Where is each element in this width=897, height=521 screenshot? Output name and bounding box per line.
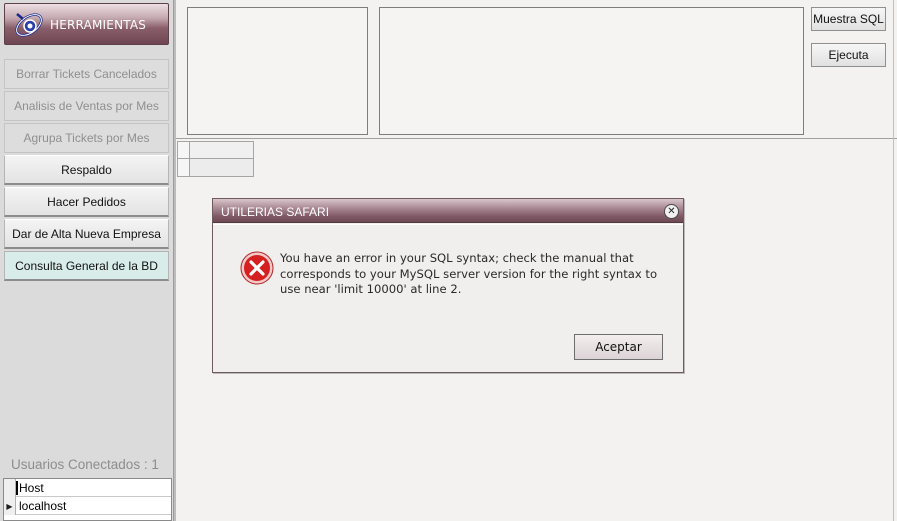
make-orders-button[interactable]: Hacer Pedidos (4, 187, 169, 217)
dialog-title: UTILERIAS SAFARI (221, 205, 330, 219)
menu-item-label: Respaldo (61, 162, 112, 177)
window-edge (893, 0, 894, 521)
show-sql-button[interactable]: Muestra SQL (811, 7, 886, 31)
menu-item-label: Hacer Pedidos (47, 194, 126, 209)
error-icon (240, 251, 274, 285)
execute-button[interactable]: Ejecuta (811, 43, 886, 67)
sql-editor[interactable] (379, 7, 804, 135)
tables-list-box[interactable] (187, 7, 368, 135)
current-row-arrow-icon: ▶ (4, 497, 16, 515)
button-label: Muestra SQL (813, 12, 884, 26)
grid-header-host[interactable]: Host (19, 481, 44, 495)
satellite-logo-icon (15, 13, 43, 37)
dialog-title-bar[interactable]: UTILERIAS SAFARI ✕ (213, 199, 683, 223)
row-indicator (178, 142, 190, 159)
menu-item-label: Consulta General de la BD (15, 258, 158, 273)
table-row[interactable]: ▶ localhost (4, 497, 171, 515)
sidebar-header: HERRAMIENTAS (4, 3, 169, 45)
host-cell[interactable]: localhost (19, 499, 66, 513)
error-message: You have an error in your SQL syntax; ch… (280, 251, 658, 296)
connected-users-grid[interactable]: Host ▶ localhost (3, 478, 172, 521)
connected-users-label: Usuarios Conectados : 1 (11, 457, 159, 472)
menu-item-label: Agrupa Tickets por Mes (23, 131, 150, 145)
backup-button[interactable]: Respaldo (4, 155, 169, 185)
menu-item-label: Dar de Alta Nueva Empresa (12, 226, 161, 241)
sidebar-title: HERRAMIENTAS (50, 18, 147, 32)
row-indicator (4, 479, 16, 497)
row-indicator (178, 159, 190, 176)
button-label: Ejecuta (828, 48, 869, 62)
menu-item-label: Analisis de Ventas por Mes (14, 99, 159, 113)
results-grid[interactable] (177, 141, 254, 177)
tools-sidebar: HERRAMIENTAS Borrar Tickets Cancelados A… (0, 0, 174, 521)
accept-button[interactable]: Aceptar (574, 334, 663, 360)
general-db-query-button[interactable]: Consulta General de la BD (4, 251, 169, 281)
dialog-body: You have an error in your SQL syntax; ch… (213, 224, 683, 372)
delete-cancelled-tickets-button[interactable]: Borrar Tickets Cancelados (4, 59, 169, 89)
results-grid-header (190, 142, 253, 159)
close-icon[interactable]: ✕ (664, 204, 679, 219)
group-tickets-by-month-button[interactable]: Agrupa Tickets por Mes (4, 123, 169, 153)
error-dialog: UTILERIAS SAFARI ✕ You have an error in … (212, 198, 684, 373)
register-new-company-button[interactable]: Dar de Alta Nueva Empresa (4, 219, 169, 249)
grid-header-row: Host (4, 479, 171, 497)
monthly-sales-analysis-button[interactable]: Analisis de Ventas por Mes (4, 91, 169, 121)
menu-item-label: Borrar Tickets Cancelados (16, 67, 157, 81)
button-label: Aceptar (595, 340, 642, 354)
